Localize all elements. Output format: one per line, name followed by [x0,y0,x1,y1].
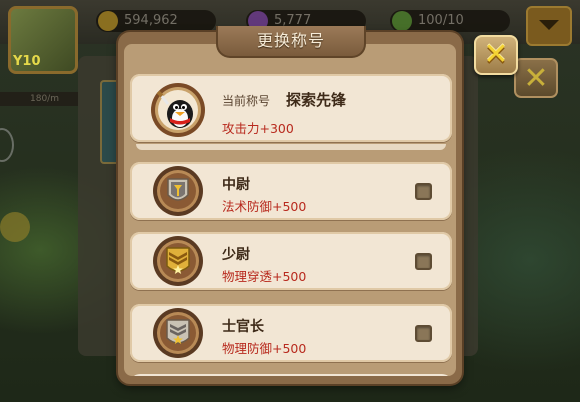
background-strip: 180/m [0,92,78,106]
title-select-checkbox[interactable] [415,183,432,200]
rank-badge-lieutenant-icon [152,165,204,217]
title-option-name: 士官长 [222,319,264,335]
close-x-icon: ✕ [483,37,509,72]
title-option-row-partial[interactable] [130,374,452,376]
close-x-icon: ✕ [523,61,549,96]
title-option-row[interactable]: 中尉 法术防御+500 [130,162,452,220]
energy-value: 100/10 [418,13,464,28]
title-list-panel[interactable]: 当前称号 探索先锋 攻击力+300 中尉 法术防御+500 少尉 物理穿透+50… [124,44,456,376]
title-option-name: 少尉 [222,247,250,263]
current-title-row: 当前称号 探索先锋 攻击力+300 [130,74,452,150]
current-title-name: 探索先锋 [286,91,347,109]
title-select-checkbox[interactable] [415,253,432,270]
close-button[interactable]: ✕ [474,35,518,75]
background-strip-text: 180/m [30,94,59,104]
background-level: Y10 [13,54,41,69]
change-title-dialog: 更换称号 当前称号 探索先锋 攻击力+300 中尉 法术防御+500 少尉 物理… [118,26,462,384]
rank-badge-second-lieutenant-icon [152,235,204,287]
background-energy-counter: 100/10 [390,10,510,32]
title-option-bonus: 物理防御+500 [222,341,307,356]
gold-value: 594,962 [124,13,178,28]
dialog-title: 更换称号 [256,31,325,50]
current-title-label: 当前称号 [222,94,271,108]
background-left-coin [0,212,30,242]
title-option-name: 中尉 [222,177,250,193]
dialog-title-tab: 更换称号 [216,26,366,58]
title-select-checkbox[interactable] [415,325,432,342]
background-close-button: ✕ [514,58,558,98]
title-option-bonus: 法术防御+500 [222,199,307,214]
background-player-avatar: Y10 [8,6,78,74]
gold-coin-icon [98,11,118,31]
background-dropdown-button [526,6,572,46]
current-row-divider [136,144,446,150]
leaf-icon [392,11,412,31]
title-option-row[interactable]: 少尉 物理穿透+500 [130,232,452,290]
penguin-avatar-icon [150,82,206,138]
current-title-bonus: 攻击力+300 [222,121,294,136]
background-gold-counter: 594,962 [96,10,216,32]
title-option-bonus: 物理穿透+500 [222,269,307,284]
rank-badge-master-sergeant-icon [152,307,204,359]
title-option-row[interactable]: 士官长 物理防御+500 [130,304,452,362]
